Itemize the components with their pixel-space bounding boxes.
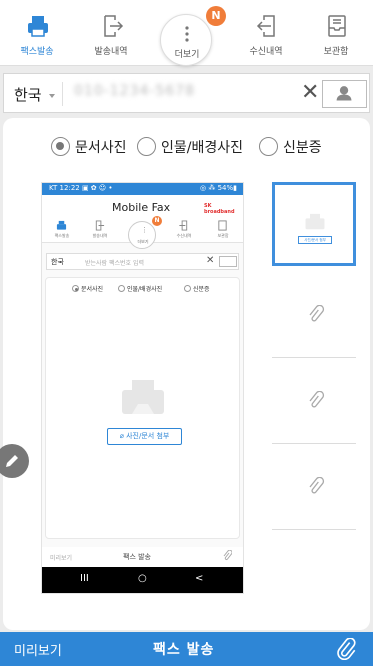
guide-tab-label: 팩스발송 bbox=[54, 233, 70, 238]
radio-circle bbox=[118, 285, 125, 292]
thumbnail-list: 사진/문서 첨부 bbox=[272, 182, 356, 532]
guide-preview: 미리보기 bbox=[50, 555, 73, 562]
clear-icon[interactable]: ✕ bbox=[301, 82, 321, 104]
radio-label: 문서사진 bbox=[75, 140, 127, 156]
more-dots-icon bbox=[185, 26, 189, 42]
sent-history-icon bbox=[95, 220, 105, 231]
mobile-fax-screen: 팩스발송 발송내역 더보기 N 수신내역 보관함 한국 010-1234-567… bbox=[0, 0, 373, 666]
guide-card: 문서사진 인물/배경사진 신분증 ⌀ 사진/문서 첨부 bbox=[45, 277, 240, 539]
back-icon: < bbox=[195, 573, 204, 584]
guide-send: 팩스 발송 bbox=[123, 553, 151, 561]
clear-icon: ✕ bbox=[206, 255, 215, 266]
contacts-button[interactable] bbox=[322, 80, 367, 108]
guide-header: Mobile Fax SK broadband bbox=[42, 195, 243, 217]
thumbnail-slot[interactable] bbox=[272, 444, 356, 530]
paperclip-icon bbox=[309, 391, 325, 408]
thumbnail-slot[interactable] bbox=[272, 358, 356, 444]
top-tab-bar: 팩스발송 발송내역 더보기 N 수신내역 보관함 bbox=[0, 0, 373, 66]
chevron-down-icon bbox=[49, 94, 55, 98]
guide-tab: 수신내역 bbox=[166, 220, 202, 242]
guide-attach-label: 사진/문서 첨부 bbox=[126, 432, 170, 440]
thumbnail-attach-label: 사진/문서 첨부 bbox=[298, 236, 332, 244]
guide-tab: 팩스발송 bbox=[44, 220, 80, 242]
radio-circle bbox=[72, 285, 79, 292]
guide-status-right: ◎ ⁂ 54%▮ bbox=[200, 184, 237, 192]
guide-tab-label: 수신내역 bbox=[176, 233, 192, 238]
guide-more: ⋮ 더보기 bbox=[128, 221, 156, 249]
divider bbox=[62, 82, 63, 106]
archive-icon bbox=[328, 15, 346, 37]
radio-circle bbox=[259, 137, 278, 156]
preview-button[interactable]: 미리보기 bbox=[14, 640, 62, 659]
received-history-icon bbox=[256, 15, 275, 37]
tab-received-history[interactable]: 수신내역 bbox=[229, 0, 303, 66]
tab-label: 보관함 bbox=[323, 47, 349, 57]
sent-history-icon bbox=[104, 15, 124, 37]
guide-badge: N bbox=[152, 216, 162, 226]
doc-type-group: 문서사진 인물/배경사진 신분증 bbox=[3, 134, 370, 160]
paperclip-icon: ⌀ bbox=[119, 432, 124, 440]
guide-screenshot: KT 12:22 ▣ ✿ ☺ • ◎ ⁂ 54%▮ Mobile Fax SK … bbox=[41, 182, 244, 594]
received-history-icon bbox=[179, 220, 188, 231]
guide-status-left: KT 12:22 ▣ ✿ ☺ • bbox=[49, 184, 113, 192]
guide-tab-label: 더보기 bbox=[137, 239, 149, 244]
recents-icon: III bbox=[80, 573, 89, 584]
fax-machine-icon bbox=[305, 213, 325, 230]
home-icon: ○ bbox=[138, 573, 147, 584]
thumbnail-slot-selected[interactable]: 사진/문서 첨부 bbox=[272, 182, 356, 266]
guide-tab: 보관함 bbox=[205, 220, 241, 242]
tab-label: 더보기 bbox=[174, 50, 200, 60]
person-icon bbox=[219, 256, 237, 267]
fax-machine-icon bbox=[122, 380, 164, 414]
guide-radio-label: 신분증 bbox=[193, 286, 210, 293]
guide-tab-label: 보관함 bbox=[217, 233, 229, 238]
edit-button[interactable] bbox=[0, 444, 29, 478]
guide-tab: 발송내역 bbox=[82, 220, 118, 242]
guide-brand-logo: SK broadband bbox=[204, 203, 235, 215]
fax-icon bbox=[28, 16, 48, 37]
guide-placeholder: 받는사람 팩스번호 입력 bbox=[85, 260, 145, 267]
document-card: 문서사진 인물/배경사진 신분증 KT 12:22 ▣ ✿ ☺ • ◎ ⁂ 54… bbox=[0, 118, 370, 630]
guide-app-title: Mobile Fax bbox=[112, 201, 171, 214]
radio-label: 인물/배경사진 bbox=[161, 140, 243, 156]
more-dots-icon: ⋮ bbox=[141, 226, 148, 234]
guide-radio-label: 인물/배경사진 bbox=[127, 286, 163, 293]
radio-circle bbox=[137, 137, 156, 156]
tab-label: 발송내역 bbox=[94, 47, 128, 57]
paperclip-icon[interactable] bbox=[336, 638, 356, 660]
tab-label: 수신내역 bbox=[249, 47, 283, 57]
fax-number-input[interactable]: 010-1234-5678 bbox=[74, 83, 195, 99]
archive-icon bbox=[218, 220, 227, 231]
guide-status-bar: KT 12:22 ▣ ✿ ☺ • ◎ ⁂ 54%▮ bbox=[42, 183, 243, 195]
fax-icon bbox=[56, 220, 67, 230]
bottom-action-bar: 미리보기 팩스 발송 bbox=[0, 632, 373, 666]
guide-attach-button: ⌀ 사진/문서 첨부 bbox=[107, 428, 182, 445]
pencil-icon bbox=[6, 455, 18, 467]
guide-nav-bar: III ○ < bbox=[42, 567, 243, 593]
tab-label: 팩스발송 bbox=[20, 47, 54, 57]
send-fax-button[interactable]: 팩스 발송 bbox=[153, 639, 214, 659]
tab-sent-history[interactable]: 발송내역 bbox=[74, 0, 148, 66]
radio-circle bbox=[184, 285, 191, 292]
guide-bottom-bar: 미리보기 팩스 발송 bbox=[42, 547, 243, 567]
tab-fax-send[interactable]: 팩스발송 bbox=[0, 0, 74, 66]
radio-circle bbox=[51, 137, 70, 156]
guide-input-row: 한국 받는사람 팩스번호 입력 ✕ bbox=[46, 253, 239, 270]
thumbnail-slot[interactable] bbox=[272, 272, 356, 358]
recipient-row: 한국 010-1234-5678 ✕ bbox=[3, 73, 370, 113]
paperclip-icon bbox=[309, 477, 325, 494]
guide-tab-label: 발송내역 bbox=[92, 233, 108, 238]
notification-badge: N bbox=[206, 6, 226, 26]
person-icon bbox=[336, 86, 352, 101]
radio-label: 신분증 bbox=[283, 140, 322, 156]
paperclip-icon bbox=[309, 305, 325, 322]
tab-more[interactable]: 더보기 bbox=[160, 14, 212, 66]
country-select[interactable]: 한국 bbox=[14, 84, 42, 105]
tab-archive[interactable]: 보관함 bbox=[299, 0, 373, 66]
guide-country: 한국 bbox=[51, 258, 64, 266]
guide-radio-label: 문서사진 bbox=[81, 286, 104, 293]
paperclip-icon bbox=[223, 550, 232, 560]
